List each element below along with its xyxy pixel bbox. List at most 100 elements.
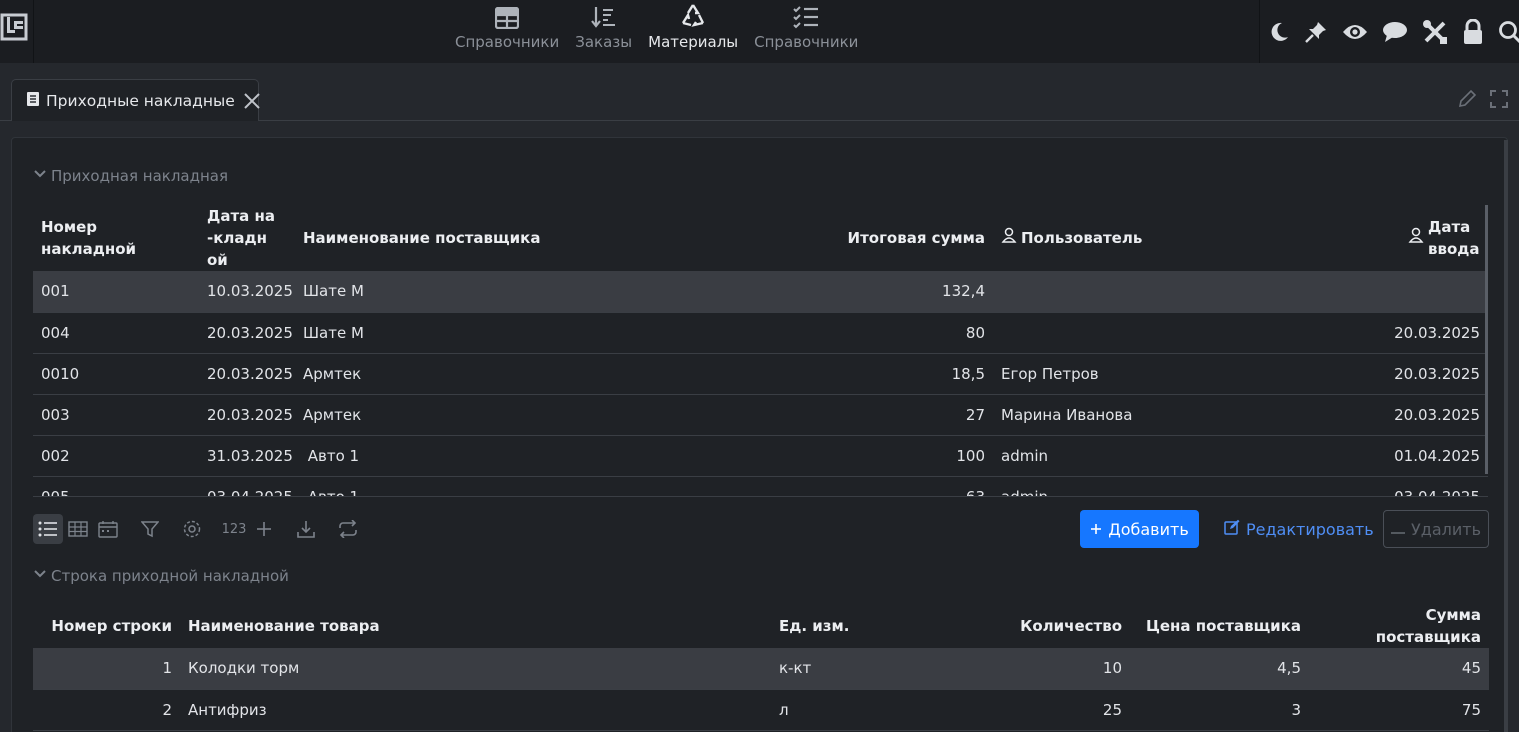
- column-header-total[interactable]: Итоговая сумма: [585, 205, 993, 271]
- cell-total: 18,5: [585, 353, 993, 395]
- refresh-icon[interactable]: [333, 514, 363, 544]
- cell-sum: 45: [1309, 648, 1489, 690]
- nav-item-materials[interactable]: Материалы: [640, 0, 746, 63]
- cell-entry-date: 20.03.2025: [1383, 353, 1488, 395]
- table-row[interactable]: 001 10.03.2025 Шате М 132,4: [33, 271, 1488, 313]
- add-button[interactable]: Добавить: [1080, 510, 1199, 548]
- app-logo[interactable]: [0, 0, 34, 63]
- list-view-icon[interactable]: [33, 514, 63, 544]
- table-row[interactable]: 1 Колодки торм к-кт 10 4,5 45: [33, 648, 1489, 690]
- page-scrollbar[interactable]: [1504, 140, 1508, 732]
- column-header-entry-date-label: Дата ввода: [1428, 218, 1480, 258]
- table-icon: [495, 0, 520, 32]
- eye-icon[interactable]: [1342, 19, 1368, 45]
- invoices-table: Номер накладной Дата на-кладной Наименов…: [33, 205, 1488, 497]
- column-header-user-label: Пользователь: [1021, 229, 1143, 247]
- cell-qty: 10: [971, 648, 1130, 690]
- table-row[interactable]: 005 03.04.2025 Авто 1 63 admin 03.04.202…: [33, 476, 1488, 497]
- calendar-icon[interactable]: [93, 514, 123, 544]
- cell-total: 80: [585, 312, 993, 354]
- table-toolbar: 123: [33, 514, 363, 544]
- nav-item-directories-2[interactable]: Справочники: [746, 0, 866, 63]
- edit-button-label: Редактировать: [1246, 519, 1374, 539]
- lock-icon[interactable]: [1462, 18, 1484, 45]
- edit-icon: [1224, 519, 1240, 539]
- edit-button[interactable]: Редактировать: [1224, 510, 1374, 548]
- tab-label: Приходные накладные: [46, 91, 235, 110]
- cell-entry-date: 03.04.2025: [1383, 476, 1488, 497]
- pencil-icon[interactable]: [1457, 89, 1477, 113]
- minus-icon: [1391, 520, 1405, 539]
- section-title: Приходная накладная: [51, 167, 228, 185]
- moon-icon[interactable]: [1268, 19, 1290, 45]
- plus-icon: [1090, 520, 1102, 539]
- cell-price: 4,5: [1130, 648, 1309, 690]
- table-row[interactable]: 2 Антифриз л 25 3 75: [33, 689, 1489, 731]
- nav-label: Материалы: [648, 33, 739, 51]
- settings-icon[interactable]: [177, 514, 207, 544]
- tab-incoming-invoices[interactable]: Приходные накладные: [11, 79, 261, 121]
- table-bottom-divider: [33, 496, 1488, 497]
- cell-total: 132,4: [585, 271, 993, 313]
- table-row[interactable]: 003 20.03.2025 Армтек 27 Марина Иванова …: [33, 394, 1488, 436]
- invoice-lines-table: Номер строки Наименование товара Ед. изм…: [33, 604, 1489, 732]
- cell-line: 2: [33, 689, 180, 731]
- cell-qty: 25: [971, 689, 1130, 731]
- table-row[interactable]: 004 20.03.2025 Шате М 80 20.03.2025: [33, 312, 1488, 354]
- nav-item-directories[interactable]: Справочники: [447, 0, 567, 63]
- section-title: Строка приходной накладной: [51, 567, 289, 585]
- column-header-price[interactable]: Цена поставщика: [1130, 604, 1309, 648]
- delete-button[interactable]: Удалить: [1383, 510, 1489, 548]
- column-header-unit[interactable]: Ед. изм.: [771, 604, 971, 648]
- cell-number: 005: [33, 476, 199, 497]
- numbers-toggle[interactable]: 123: [219, 514, 249, 544]
- pin-icon[interactable]: [1304, 19, 1328, 45]
- add-button-label: Добавить: [1108, 519, 1189, 539]
- column-header-date-label: Дата на-кладной: [207, 207, 276, 269]
- table-row[interactable]: 0010 20.03.2025 Армтек 18,5 Егор Петров …: [33, 353, 1488, 395]
- cell-total: 63: [585, 476, 993, 497]
- column-header-entry-date[interactable]: Дата ввода: [1383, 205, 1488, 271]
- column-header-product[interactable]: Наименование товара: [180, 604, 771, 648]
- column-header-supplier[interactable]: Наименование поставщика: [295, 205, 585, 271]
- column-header-number[interactable]: Номер накладной: [33, 205, 199, 271]
- cell-date: 20.03.2025: [199, 353, 295, 395]
- cell-supplier: Армтек: [295, 394, 585, 436]
- download-icon[interactable]: [291, 514, 321, 544]
- delete-button-label: Удалить: [1411, 519, 1481, 539]
- cell-user: [993, 312, 1383, 354]
- table-row[interactable]: 002 31.03.2025 Авто 1 100 admin 01.04.20…: [33, 435, 1488, 477]
- cell-supplier: Авто 1: [295, 476, 585, 497]
- cell-user: [993, 271, 1383, 313]
- column-header-date[interactable]: Дата на-кладной: [199, 205, 295, 271]
- cell-supplier: Шате М: [295, 312, 585, 354]
- column-header-line[interactable]: Номер строки: [33, 604, 180, 648]
- filter-icon[interactable]: [135, 514, 165, 544]
- tools-icon[interactable]: [1422, 19, 1448, 45]
- cell-number: 002: [33, 435, 199, 477]
- fullscreen-icon[interactable]: [1489, 89, 1509, 113]
- chat-icon[interactable]: [1382, 19, 1408, 45]
- cell-entry-date: [1383, 271, 1488, 313]
- nav-label: Справочники: [754, 33, 859, 51]
- checklist-icon: [793, 0, 819, 32]
- column-header-user[interactable]: Пользователь: [993, 205, 1383, 271]
- table-scrollbar[interactable]: [1485, 205, 1488, 474]
- cell-unit: л: [771, 689, 971, 731]
- section-invoice-line[interactable]: Строка приходной накладной: [33, 567, 289, 585]
- cell-product: Антифриз: [180, 689, 771, 731]
- nav-item-orders[interactable]: Заказы: [567, 0, 640, 63]
- plus-icon[interactable]: [249, 514, 279, 544]
- cell-date: 10.03.2025: [199, 271, 295, 313]
- cell-user: Егор Петров: [993, 353, 1383, 395]
- cell-price: 3: [1130, 689, 1309, 731]
- search-icon[interactable]: [1498, 19, 1519, 45]
- column-header-sum[interactable]: Сумма поставщика: [1309, 604, 1489, 648]
- section-incoming-invoice[interactable]: Приходная накладная: [33, 167, 228, 185]
- tab-tools: [1457, 89, 1509, 113]
- column-header-qty[interactable]: Количество: [971, 604, 1130, 648]
- cell-entry-date: 20.03.2025: [1383, 394, 1488, 436]
- close-icon[interactable]: [243, 92, 261, 110]
- grid-view-icon[interactable]: [63, 514, 93, 544]
- main-nav: Справочники Заказы Материалы Справочники: [447, 0, 866, 63]
